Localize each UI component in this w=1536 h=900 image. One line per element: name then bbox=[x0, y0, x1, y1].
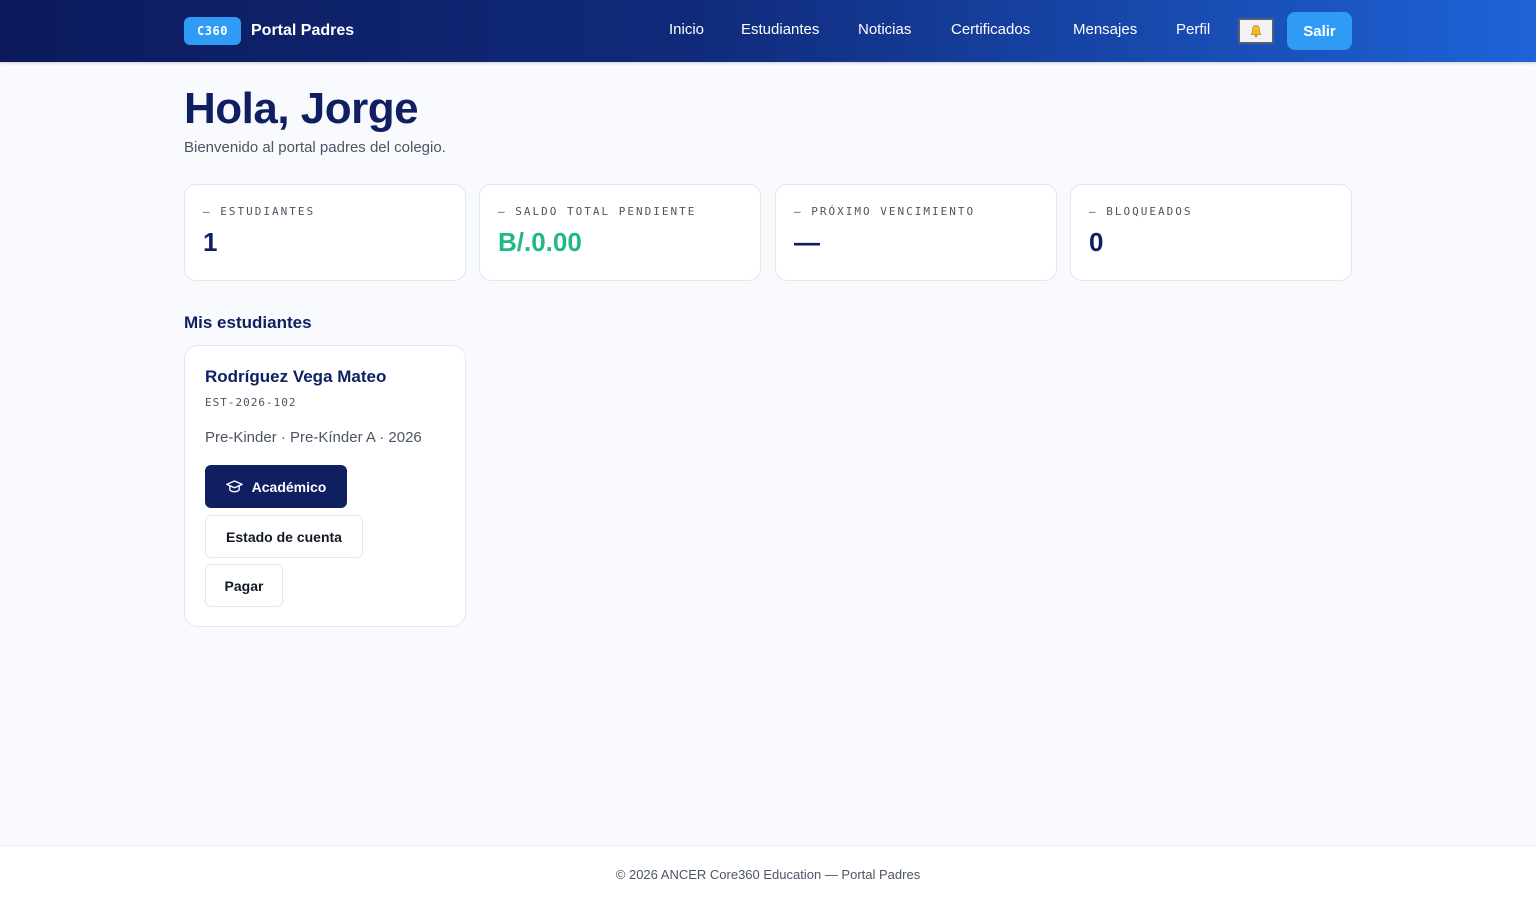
stat-card-balance: — SALDO TOTAL PENDIENTE B/.0.00 bbox=[479, 184, 761, 281]
footer: © 2026 ANCER Core360 Education — Portal … bbox=[0, 845, 1536, 900]
nav-estudiantes[interactable]: Estudiantes bbox=[741, 21, 819, 38]
nav-mensajes[interactable]: Mensajes bbox=[1073, 21, 1137, 38]
bell-icon bbox=[1250, 25, 1262, 38]
student-card: Rodríguez Vega Mateo EST-2026-102 Pre-Ki… bbox=[184, 345, 466, 627]
stat-value: — bbox=[794, 227, 820, 257]
student-code: EST-2026-102 bbox=[205, 396, 297, 409]
nav-noticias[interactable]: Noticias bbox=[858, 21, 911, 38]
stat-value: B/.0.00 bbox=[498, 227, 582, 257]
logout-button[interactable]: Salir bbox=[1287, 12, 1352, 50]
nav-certificados[interactable]: Certificados bbox=[951, 21, 1030, 38]
stat-card-students: — ESTUDIANTES 1 bbox=[184, 184, 466, 281]
stat-card-blocked: — BLOQUEADOS 0 bbox=[1070, 184, 1352, 281]
academic-button-label: Académico bbox=[251, 478, 327, 495]
nav-inicio[interactable]: Inicio bbox=[669, 21, 704, 38]
footer-text: © 2026 ANCER Core360 Education — Portal … bbox=[615, 867, 921, 882]
top-navbar: C360 Portal Padres Inicio Estudiantes No… bbox=[0, 0, 1536, 62]
stat-card-next-due: — PRÓXIMO VENCIMIENTO — bbox=[775, 184, 1057, 281]
page-title: Hola, Jorge bbox=[184, 84, 419, 133]
nav-perfil[interactable]: Perfil bbox=[1176, 21, 1210, 38]
page-subtitle: Bienvenido al portal padres del colegio. bbox=[184, 139, 446, 156]
stat-value: 0 bbox=[1089, 227, 1104, 257]
notifications-button[interactable] bbox=[1238, 18, 1274, 44]
account-statement-button[interactable]: Estado de cuenta bbox=[205, 515, 363, 558]
section-title: Mis estudiantes bbox=[184, 313, 312, 332]
student-meta: Pre-Kinder · Pre-Kínder A · 2026 bbox=[205, 429, 422, 446]
stat-value: 1 bbox=[203, 227, 218, 257]
graduation-cap-icon bbox=[225, 480, 243, 493]
pay-button[interactable]: Pagar bbox=[205, 564, 283, 607]
stat-label: — BLOQUEADOS bbox=[1089, 205, 1193, 218]
stat-label: — PRÓXIMO VENCIMIENTO bbox=[794, 205, 976, 218]
academic-button[interactable]: Académico bbox=[205, 465, 347, 508]
stat-label: — ESTUDIANTES bbox=[203, 205, 316, 218]
stat-label: — SALDO TOTAL PENDIENTE bbox=[498, 205, 697, 218]
student-name: Rodríguez Vega Mateo bbox=[205, 367, 387, 386]
